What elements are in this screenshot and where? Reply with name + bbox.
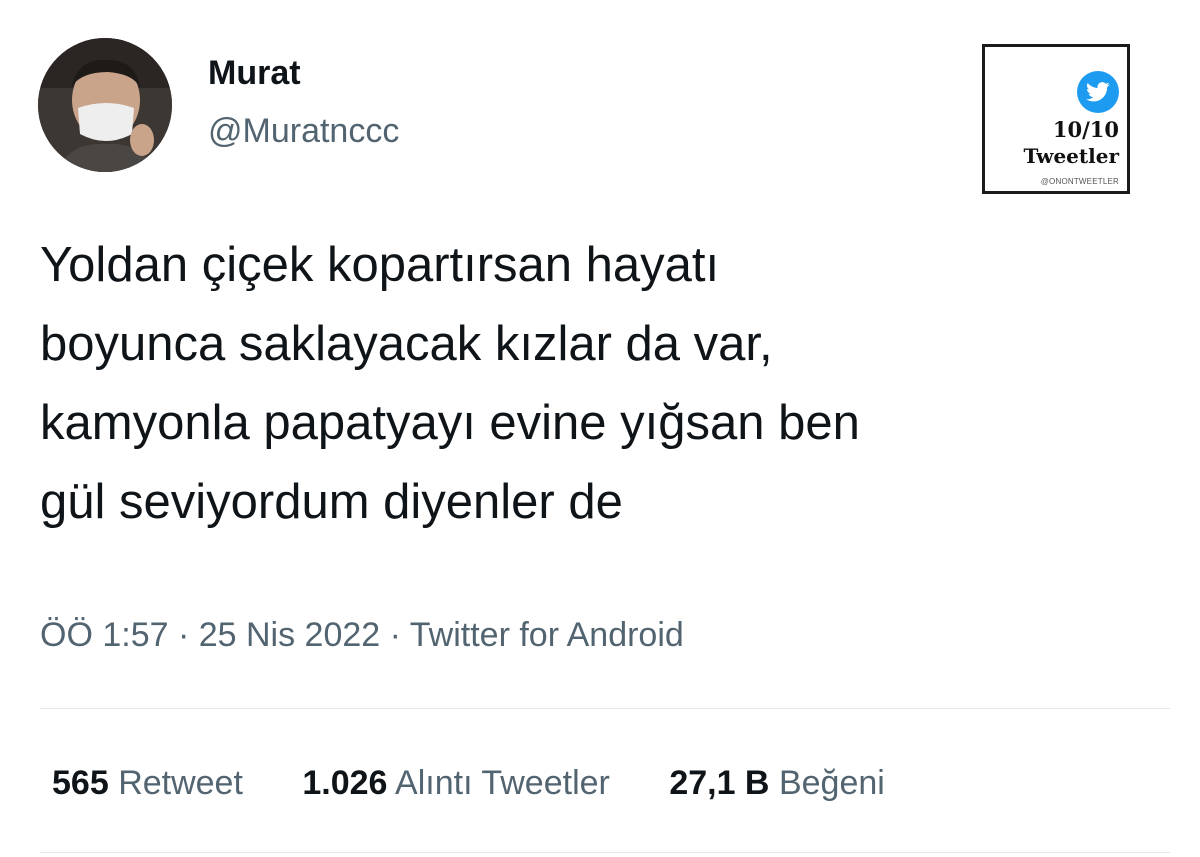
divider	[40, 852, 1170, 853]
likes-count: 27,1 B	[669, 764, 770, 802]
tweet-line: boyunca saklayacak kızlar da var,	[40, 317, 773, 371]
twitter-bird-icon	[1077, 71, 1119, 113]
likes-stat[interactable]: 27,1 B Beğeni	[669, 764, 885, 803]
avatar[interactable]	[38, 38, 172, 172]
tweet-line: gül seviyordum diyenler de	[40, 475, 623, 529]
likes-label: Beğeni	[778, 764, 885, 802]
divider	[40, 708, 1170, 709]
badge-title: Tweetler	[1023, 144, 1119, 168]
badge-score: 10/10	[1052, 117, 1119, 142]
quote-tweets-label: Alıntı Tweetler	[395, 764, 610, 802]
badge-handle: @ONONTWEETLER	[1040, 177, 1119, 186]
author-display-name[interactable]: Murat	[208, 54, 301, 93]
tweet-timestamp-source[interactable]: ÖÖ 1:57 · 25 Nis 2022 · Twitter for Andr…	[40, 616, 684, 655]
quote-tweets-stat[interactable]: 1.026 Alıntı Tweetler	[302, 764, 609, 803]
quote-tweets-count: 1.026	[302, 764, 388, 802]
retweet-label: Retweet	[118, 764, 243, 802]
tweet-line: kamyonla papatyayı evine yığsan ben	[40, 396, 860, 450]
engagement-stats: 565 Retweet 1.026 Alıntı Tweetler 27,1 B…	[52, 764, 935, 803]
tweet-line: Yoldan çiçek kopartırsan hayatı	[40, 238, 720, 292]
tweet-text: Yoldan çiçek kopartırsan hayatı boyunca …	[40, 226, 1160, 542]
retweet-stat[interactable]: 565 Retweet	[52, 764, 243, 803]
author-handle[interactable]: @Muratnccc	[208, 112, 399, 151]
watermark-badge: 10/10 Tweetler @ONONTWEETLER	[982, 44, 1130, 194]
retweet-count: 565	[52, 764, 109, 802]
